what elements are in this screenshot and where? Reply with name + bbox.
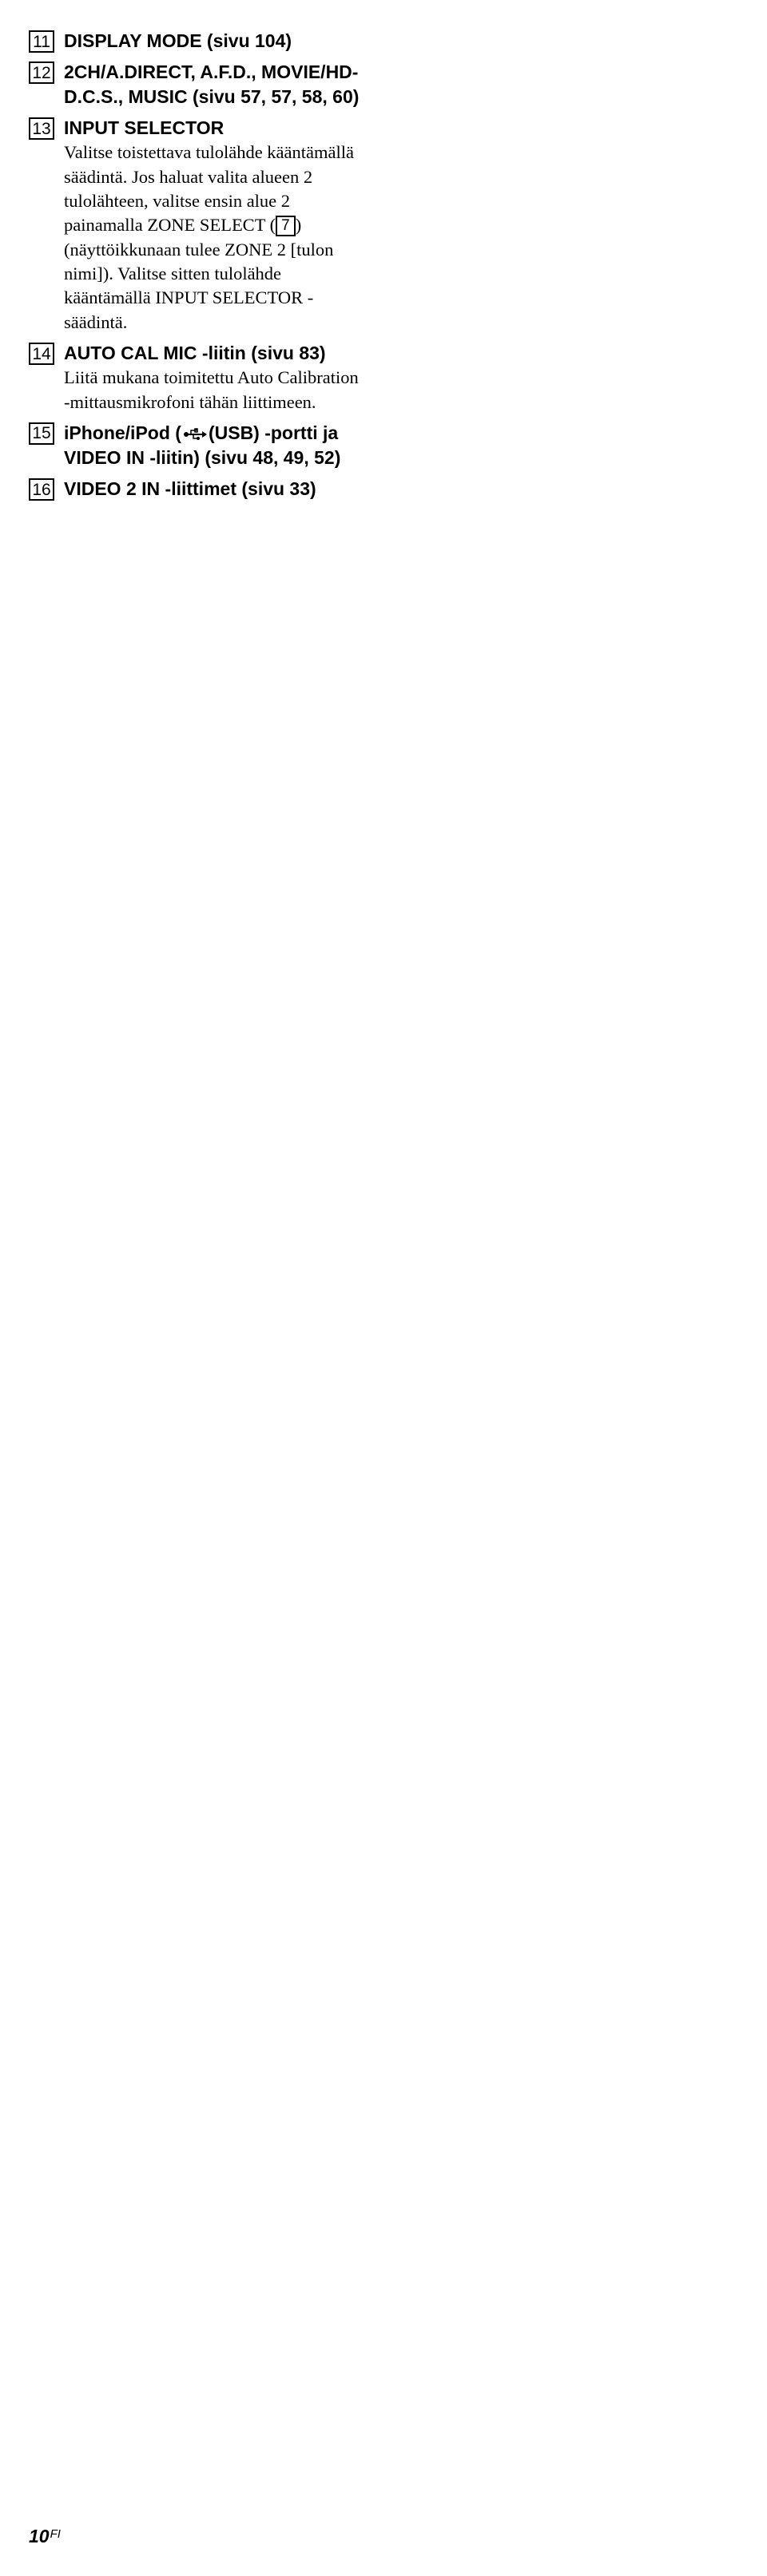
item-body: AUTO CAL MIC -liitin (sivu 83) Liitä muk… (64, 338, 368, 414)
page-content: 11 DISPLAY MODE (sivu 104) 12 2CH/A.DIRE… (0, 0, 396, 501)
item-number-wrapper: 16 (29, 474, 64, 501)
item-heading-part: iPhone/iPod ( (64, 422, 181, 443)
item-body-text: Liitä mukana toimitettu Auto Calibration… (64, 366, 368, 414)
body-text-part: Valitse toistettava tulolähde kääntämäll… (64, 142, 354, 235)
item-heading: INPUT SELECTOR (64, 116, 368, 141)
item-body: iPhone/iPod ((USB) -portti ja VIDEO IN -… (64, 418, 368, 470)
list-item: 16 VIDEO 2 IN -liittimet (sivu 33) (29, 474, 368, 501)
item-number-wrapper: 11 (29, 26, 64, 53)
item-body: 2CH/A.DIRECT, A.F.D., MOVIE/HD-D.C.S., M… (64, 57, 368, 109)
item-heading: DISPLAY MODE (sivu 104) (64, 30, 292, 51)
item-heading: AUTO CAL MIC -liitin (sivu 83) (64, 341, 368, 366)
item-number-box: 14 (29, 343, 54, 365)
item-body: INPUT SELECTOR Valitse toistettava tulol… (64, 113, 368, 335)
item-number-box: 16 (29, 478, 54, 501)
page-footer: 10FI (29, 2526, 61, 2547)
page-suffix: FI (50, 2527, 61, 2541)
item-body: VIDEO 2 IN -liittimet (sivu 33) (64, 474, 368, 501)
item-body-text: Valitse toistettava tulolähde kääntämäll… (64, 141, 368, 335)
usb-icon (183, 428, 207, 445)
list-item: 14 AUTO CAL MIC -liitin (sivu 83) Liitä … (29, 338, 368, 414)
item-number-box: 13 (29, 117, 54, 140)
item-number-wrapper: 13 (29, 113, 64, 140)
item-body: DISPLAY MODE (sivu 104) (64, 26, 368, 54)
list-item: 15 iPhone/iPod ((USB) -portti ja VIDEO I… (29, 418, 368, 470)
item-heading: 2CH/A.DIRECT, A.F.D., MOVIE/HD-D.C.S., M… (64, 61, 359, 107)
item-number-box: 15 (29, 422, 54, 445)
item-number-box: 12 (29, 61, 54, 84)
inline-number-box: 7 (276, 216, 296, 236)
item-number-box: 11 (29, 30, 54, 53)
list-item: 13 INPUT SELECTOR Valitse toistettava tu… (29, 113, 368, 335)
item-number-wrapper: 12 (29, 57, 64, 84)
item-heading: VIDEO 2 IN -liittimet (sivu 33) (64, 478, 316, 499)
item-number-wrapper: 15 (29, 418, 64, 445)
page-number: 10 (29, 2526, 50, 2546)
list-item: 12 2CH/A.DIRECT, A.F.D., MOVIE/HD-D.C.S.… (29, 57, 368, 109)
item-number-wrapper: 14 (29, 338, 64, 365)
list-item: 11 DISPLAY MODE (sivu 104) (29, 26, 368, 54)
